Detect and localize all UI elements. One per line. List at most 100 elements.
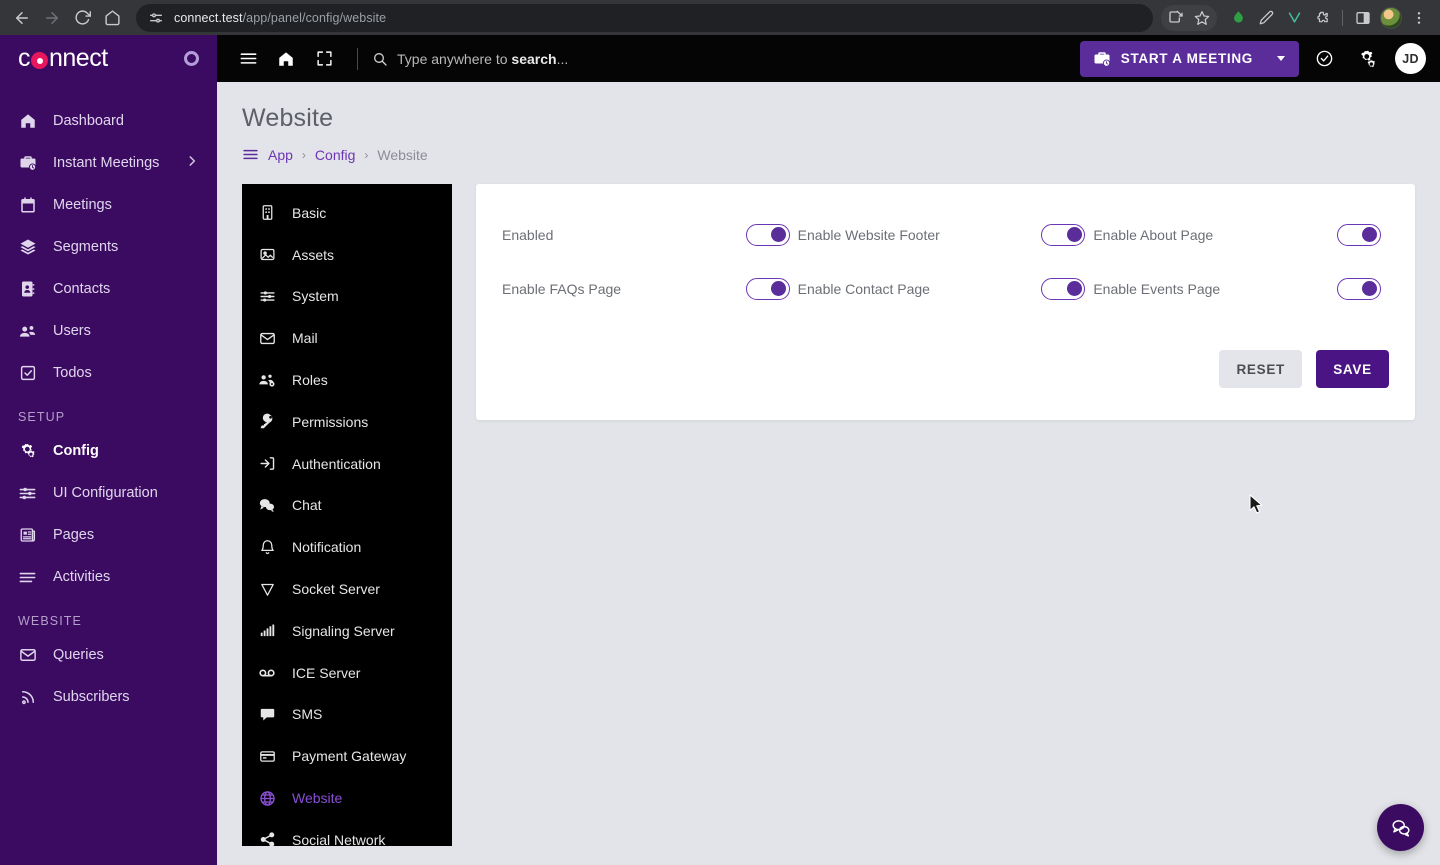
sidebar-item-queries[interactable]: Queries bbox=[0, 634, 217, 676]
sign-in-icon bbox=[258, 455, 276, 473]
sidebar-item-segments[interactable]: Segments bbox=[0, 226, 217, 268]
toggle-enable-events-page[interactable] bbox=[1336, 278, 1381, 300]
config-menu-item-label: ICE Server bbox=[292, 664, 361, 681]
setting-enabled: Enabled bbox=[502, 208, 798, 262]
extensions-puzzle-icon[interactable] bbox=[1309, 5, 1335, 31]
chrome-menu-icon[interactable] bbox=[1406, 5, 1432, 31]
config-menu-item-signaling-server[interactable]: Signaling Server bbox=[242, 610, 452, 652]
chat-bubbles-icon bbox=[258, 496, 276, 514]
save-button[interactable]: SAVE bbox=[1316, 350, 1389, 388]
config-menu-item-social-network[interactable]: Social Network bbox=[242, 819, 452, 846]
breadcrumb-separator: › bbox=[364, 147, 369, 162]
chat-support-button[interactable] bbox=[1377, 804, 1424, 851]
message-icon bbox=[258, 705, 276, 723]
toggle-enabled[interactable] bbox=[745, 224, 790, 246]
setting-enable-contact-page: Enable Contact Page bbox=[798, 262, 1094, 316]
config-menu-item-sms[interactable]: SMS bbox=[242, 694, 452, 736]
toggle-knob bbox=[1362, 281, 1378, 296]
app-topbar: Type anywhere to search... START A MEETI… bbox=[217, 35, 1440, 82]
start-meeting-button[interactable]: START A MEETING bbox=[1079, 40, 1299, 77]
breadcrumb-item-config[interactable]: Config bbox=[315, 147, 355, 163]
config-menu-item-assets[interactable]: Assets bbox=[242, 234, 452, 276]
user-avatar[interactable]: JD bbox=[1395, 43, 1426, 74]
home-icon[interactable] bbox=[98, 4, 126, 32]
config-menu-item-authentication[interactable]: Authentication bbox=[242, 443, 452, 485]
sidebar-item-label: Instant Meetings bbox=[53, 155, 160, 171]
toggle-enable-website-footer[interactable] bbox=[1041, 224, 1086, 246]
sidebar-item-label: Queries bbox=[53, 647, 104, 663]
reload-icon[interactable] bbox=[68, 4, 96, 32]
home-icon[interactable] bbox=[269, 42, 303, 76]
install-app-icon[interactable] bbox=[1163, 5, 1189, 31]
global-search[interactable]: Type anywhere to search... bbox=[357, 47, 1076, 70]
sidebar-item-subscribers[interactable]: Subscribers bbox=[0, 676, 217, 718]
address-bar-text: connect.test/app/panel/config/website bbox=[174, 11, 386, 25]
sidebar-item-instant-meetings[interactable]: Instant Meetings bbox=[0, 142, 217, 184]
chevron-right-icon bbox=[185, 154, 199, 172]
sidebar-item-meetings[interactable]: Meetings bbox=[0, 184, 217, 226]
sidebar-item-label: Config bbox=[53, 443, 99, 459]
voicemail-icon bbox=[258, 664, 276, 682]
search-input-placeholder: Type anywhere to search... bbox=[397, 51, 568, 67]
side-panel-icon[interactable] bbox=[1350, 5, 1376, 31]
sidebar-item-label: Segments bbox=[53, 239, 119, 255]
sidebar-item-label: Dashboard bbox=[53, 113, 124, 129]
config-menu-item-notification[interactable]: Notification bbox=[242, 526, 452, 568]
search-divider bbox=[357, 47, 358, 70]
sidebar-item-activities[interactable]: Activities bbox=[0, 556, 217, 598]
config-menu-item-mail[interactable]: Mail bbox=[242, 317, 452, 359]
config-menu-item-label: Website bbox=[292, 790, 343, 807]
sidebar-item-users[interactable]: Users bbox=[0, 310, 217, 352]
sidebar-item-ui-configuration[interactable]: UI Configuration bbox=[0, 472, 217, 514]
config-menu-item-roles[interactable]: Roles bbox=[242, 359, 452, 401]
extension-v-icon[interactable] bbox=[1281, 5, 1307, 31]
app-logo[interactable]: c nnect bbox=[18, 44, 108, 73]
config-menu-item-basic[interactable]: Basic bbox=[242, 192, 452, 234]
website-settings-card: Enabled Enable Website Footer Enable Abo… bbox=[476, 184, 1415, 420]
sidebar-section-website: WEBSITE bbox=[18, 614, 82, 628]
config-menu-item-ice-server[interactable]: ICE Server bbox=[242, 652, 452, 694]
bookmark-star-icon[interactable] bbox=[1189, 5, 1215, 31]
chevron-down-icon[interactable] bbox=[1277, 56, 1285, 61]
breadcrumb-item-app[interactable]: App bbox=[268, 147, 293, 163]
reset-button[interactable]: RESET bbox=[1219, 350, 1302, 388]
setting-label: Enabled bbox=[502, 227, 554, 243]
toggle-knob bbox=[1066, 281, 1082, 296]
toggle-enable-faqs-page[interactable] bbox=[745, 278, 790, 300]
config-menu: Basic Assets System Mail Roles Permissio… bbox=[242, 184, 452, 846]
config-menu-item-payment-gateway[interactable]: Payment Gateway bbox=[242, 735, 452, 777]
setting-label: Enable Events Page bbox=[1093, 281, 1221, 297]
sidebar-item-pages[interactable]: Pages bbox=[0, 514, 217, 556]
envelope-icon bbox=[18, 646, 37, 665]
share-icon bbox=[258, 831, 276, 846]
check-circle-icon[interactable] bbox=[1307, 42, 1341, 76]
sidebar-item-contacts[interactable]: Contacts bbox=[0, 268, 217, 310]
sidebar-item-todos[interactable]: Todos bbox=[0, 352, 217, 394]
toggle-knob bbox=[771, 227, 787, 242]
toggle-enable-contact-page[interactable] bbox=[1041, 278, 1086, 300]
toggle-knob bbox=[1066, 227, 1082, 242]
brand-target-icon[interactable] bbox=[184, 51, 199, 66]
sidebar-item-dashboard[interactable]: Dashboard bbox=[0, 100, 217, 142]
start-meeting-label: START A MEETING bbox=[1120, 51, 1253, 66]
sidebar-item-config[interactable]: Config bbox=[0, 430, 217, 472]
fullscreen-icon[interactable] bbox=[307, 42, 341, 76]
hamburger-menu-icon[interactable] bbox=[231, 42, 265, 76]
setting-label: Enable About Page bbox=[1093, 227, 1214, 243]
forward-arrow-icon[interactable] bbox=[38, 4, 66, 32]
config-menu-item-chat[interactable]: Chat bbox=[242, 485, 452, 527]
address-bar[interactable]: connect.test/app/panel/config/website bbox=[136, 3, 1153, 32]
back-arrow-icon[interactable] bbox=[8, 4, 36, 32]
config-menu-item-permissions[interactable]: Permissions bbox=[242, 401, 452, 443]
config-menu-item-system[interactable]: System bbox=[242, 276, 452, 318]
site-settings-icon[interactable] bbox=[148, 10, 164, 26]
config-menu-item-socket-server[interactable]: Socket Server bbox=[242, 568, 452, 610]
toggle-enable-about-page[interactable] bbox=[1336, 224, 1381, 246]
config-menu-item-website[interactable]: Website bbox=[242, 777, 452, 819]
gears-icon[interactable] bbox=[1349, 42, 1383, 76]
extension-pen-icon[interactable] bbox=[1253, 5, 1279, 31]
extension-green-icon[interactable] bbox=[1225, 5, 1251, 31]
profile-avatar-icon[interactable] bbox=[1378, 5, 1404, 31]
hamburger-menu-icon[interactable] bbox=[242, 146, 259, 163]
config-menu-item-label: SMS bbox=[292, 706, 323, 723]
